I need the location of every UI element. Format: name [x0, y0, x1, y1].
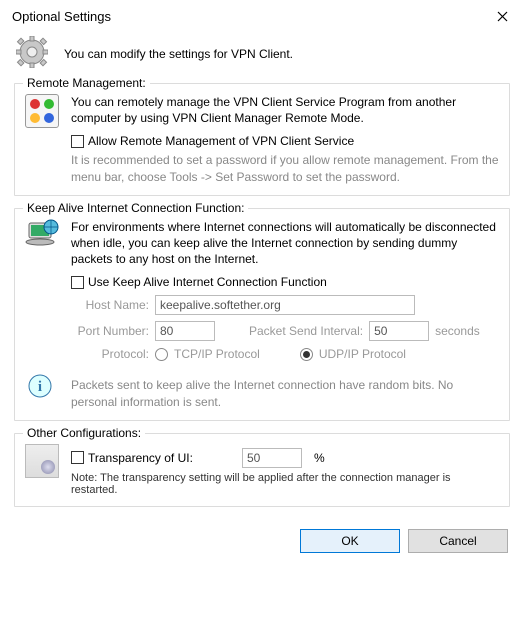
info-icon: i	[25, 373, 55, 403]
checkbox-icon	[71, 276, 84, 289]
package-icon	[25, 444, 59, 478]
port-input[interactable]	[155, 321, 215, 341]
close-icon	[497, 11, 508, 22]
gear-icon	[16, 36, 52, 71]
allow-remote-label: Allow Remote Management of VPN Client Se…	[88, 134, 354, 148]
use-keepalive-label: Use Keep Alive Internet Connection Funct…	[88, 275, 327, 289]
use-keepalive-checkbox[interactable]: Use Keep Alive Internet Connection Funct…	[71, 275, 499, 289]
remote-desc: You can remotely manage the VPN Client S…	[71, 94, 499, 126]
svg-text:i: i	[38, 379, 42, 395]
transparency-checkbox[interactable]: Transparency of UI:	[88, 451, 238, 465]
keepalive-title: Keep Alive Internet Connection Function:	[23, 201, 248, 215]
allow-remote-checkbox[interactable]: Allow Remote Management of VPN Client Se…	[71, 134, 499, 148]
tcp-radio[interactable]	[155, 348, 168, 361]
udp-radio[interactable]	[300, 348, 313, 361]
remote-title: Remote Management:	[23, 76, 150, 90]
keepalive-desc: For environments where Internet connecti…	[71, 219, 499, 268]
header-text: You can modify the settings for VPN Clie…	[64, 47, 293, 61]
remote-management-group: Remote Management: You can remotely mana…	[14, 83, 510, 196]
other-config-group: Other Configurations: Transparency of UI…	[14, 433, 510, 507]
transparency-input[interactable]	[242, 448, 302, 468]
port-label: Port Number:	[71, 324, 149, 338]
cancel-button[interactable]: Cancel	[408, 529, 508, 553]
checkbox-icon	[71, 135, 84, 148]
interval-label: Packet Send Interval:	[249, 324, 363, 338]
host-input[interactable]	[155, 295, 415, 315]
interval-unit: seconds	[435, 324, 480, 338]
keepalive-info: Packets sent to keep alive the Internet …	[71, 377, 499, 409]
laptop-globe-icon	[25, 219, 59, 249]
interval-input[interactable]	[369, 321, 429, 341]
transparency-note: Note: The transparency setting will be a…	[71, 472, 499, 496]
checkbox-icon	[71, 451, 84, 464]
remote-management-icon	[25, 94, 59, 128]
udp-label: UDP/IP Protocol	[319, 347, 406, 361]
close-button[interactable]	[488, 6, 516, 26]
protocol-label: Protocol:	[71, 347, 149, 361]
keep-alive-group: Keep Alive Internet Connection Function:…	[14, 208, 510, 421]
tcp-label: TCP/IP Protocol	[174, 347, 260, 361]
ok-button[interactable]: OK	[300, 529, 400, 553]
transparency-unit: %	[314, 451, 325, 465]
host-label: Host Name:	[71, 298, 149, 312]
window-title: Optional Settings	[12, 9, 111, 24]
other-title: Other Configurations:	[23, 426, 145, 440]
remote-hint: It is recommended to set a password if y…	[71, 152, 499, 184]
